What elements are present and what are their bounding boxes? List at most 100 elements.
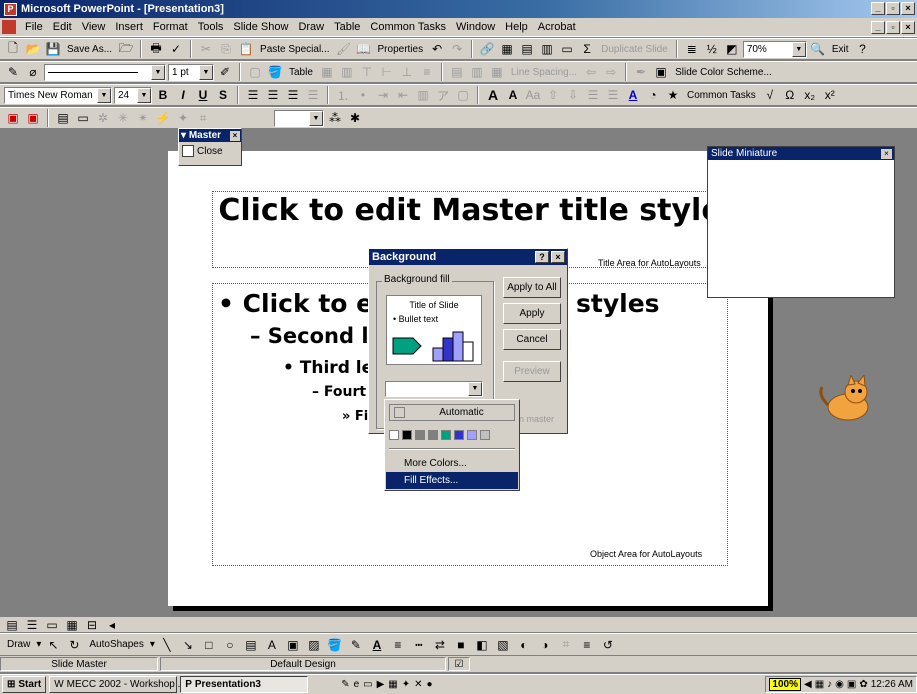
open-folder-icon[interactable]: 🗁 (117, 40, 135, 58)
arrow-left-icon[interactable]: ⇦ (582, 63, 600, 81)
tray-icon[interactable]: ▣ (847, 679, 856, 690)
align-bottom-icon[interactable]: ⊥ (398, 63, 416, 81)
insert-table-icon[interactable]: ▤ (518, 40, 536, 58)
change-case-icon[interactable]: Aa (524, 86, 542, 104)
slide-view-icon[interactable]: ▭ (43, 616, 61, 634)
tables-borders-icon[interactable]: ▦ (498, 40, 516, 58)
picture-icon[interactable]: ▧ (494, 636, 512, 654)
line-weight-combo[interactable]: 1 pt ▼ (168, 63, 214, 81)
abc-icon[interactable]: ⌗ (194, 109, 212, 127)
align-left-text-icon[interactable]: ☰ (244, 86, 262, 104)
color-swatch[interactable] (415, 430, 425, 440)
fill-color-icon[interactable]: 🪣 (266, 63, 284, 81)
menu-draw[interactable]: Draw (293, 21, 329, 33)
shadow-icon[interactable]: S (214, 86, 232, 104)
animation-preview-icon[interactable]: ✱ (346, 109, 364, 127)
omit-master-label[interactable]: n master (519, 414, 554, 424)
taskbar-item-presentation3[interactable]: P Presentation3 (180, 676, 309, 693)
borders-icon[interactable]: ▢ (246, 63, 264, 81)
line-spacing-button[interactable]: Line Spacing... (508, 67, 580, 78)
table-menu-button[interactable]: Table (286, 67, 316, 78)
menu-acrobat[interactable]: Acrobat (533, 21, 581, 33)
phonetic-icon[interactable]: ア (434, 86, 452, 104)
arrow-icon[interactable]: ↘ (179, 636, 197, 654)
outline-view-icon[interactable]: ☰ (23, 616, 41, 634)
close-window-button[interactable]: × (901, 2, 915, 15)
common-tasks-button[interactable]: Common Tasks (684, 90, 759, 101)
background-dialog-titlebar[interactable]: Background ? × (369, 249, 567, 265)
window-title-bar[interactable]: P Microsoft PowerPoint - [Presentation3]… (0, 0, 917, 18)
apply-to-all-button[interactable]: Apply to All (503, 277, 561, 298)
menu-format[interactable]: Format (148, 21, 193, 33)
bullets-icon[interactable]: • (354, 86, 372, 104)
grayscale-icon[interactable]: ½ (703, 40, 721, 58)
close-icon[interactable]: × (551, 251, 565, 263)
bold-icon[interactable]: B (154, 86, 172, 104)
show-formatting-icon[interactable]: ◩ (723, 40, 741, 58)
app-icon[interactable]: ✦ (402, 679, 410, 690)
acrobat-email-icon[interactable]: ▣ (24, 109, 42, 127)
numbering-icon[interactable]: ⒈ (334, 86, 352, 104)
chevron-down-icon[interactable]: ▼ (791, 41, 806, 57)
new-icon[interactable]: 🗋 (4, 40, 22, 58)
reset-picture-icon[interactable]: ↺ (599, 636, 617, 654)
undo-icon[interactable]: ↶ (428, 40, 446, 58)
help-icon[interactable]: ? (535, 251, 549, 263)
justify-icon[interactable]: ☰ (304, 86, 322, 104)
menu-file[interactable]: File (20, 21, 48, 33)
increase-font-icon[interactable]: A (484, 86, 502, 104)
format-painter-icon[interactable]: 🖌 (335, 40, 353, 58)
save-icon[interactable]: 💾 (44, 40, 62, 58)
duplicate-slide-button[interactable]: Duplicate Slide (598, 44, 671, 55)
demote-icon[interactable]: ⇩ (564, 86, 582, 104)
more-colors-item[interactable]: More Colors... (386, 455, 518, 472)
app-icon[interactable]: ▦ (388, 679, 397, 690)
ie-icon[interactable]: e (354, 679, 360, 690)
close-master-view-button[interactable]: Close (179, 142, 241, 160)
merge-cells-icon[interactable]: ▦ (318, 63, 336, 81)
align-left-icon[interactable]: ▤ (448, 63, 466, 81)
list-bullets-icon[interactable]: ☰ (604, 86, 622, 104)
eraser-icon[interactable]: ⌀ (24, 63, 42, 81)
chevron-down-icon[interactable]: ▼ (199, 64, 213, 80)
bullet-level-5[interactable]: » Fi (342, 409, 368, 424)
sum-icon[interactable]: Σ (578, 40, 596, 58)
draw-menu-button[interactable]: Draw (4, 639, 33, 650)
font-size-combo[interactable]: 24 ▼ (114, 86, 152, 104)
underline-icon[interactable]: U (194, 86, 212, 104)
omega-icon[interactable]: Ω (781, 86, 799, 104)
char-border-icon[interactable]: ▢ (454, 86, 472, 104)
menu-tools[interactable]: Tools (193, 21, 229, 33)
contrast-icon[interactable]: ◐ (515, 636, 533, 654)
promote-icon[interactable]: ⇧ (544, 86, 562, 104)
drop-icon[interactable]: ⚡ (154, 109, 172, 127)
increase-indent-icon[interactable]: ⇥ (374, 86, 392, 104)
select-pointer-icon[interactable]: ↖ (44, 636, 62, 654)
expand-all-icon[interactable]: ≣ (683, 40, 701, 58)
arrow-right-icon[interactable]: ⇨ (602, 63, 620, 81)
decrease-indent-icon[interactable]: ⇤ (394, 86, 412, 104)
paste-special-button[interactable]: Paste Special... (257, 44, 332, 55)
spelling-status-icon[interactable]: ☑ (448, 657, 470, 671)
line-icon[interactable]: ╲ (158, 636, 176, 654)
paste-icon[interactable]: 📋 (237, 40, 255, 58)
align-right-text-icon[interactable]: ☰ (284, 86, 302, 104)
line-style-combo[interactable]: ▼ (44, 63, 166, 81)
scroll-left-icon[interactable]: ◂ (103, 616, 121, 634)
equation-icon[interactable]: √ (761, 86, 779, 104)
open-icon[interactable]: 📂 (24, 40, 42, 58)
tray-icon[interactable]: ♪ (827, 679, 832, 690)
oval-icon[interactable]: ○ (221, 636, 239, 654)
chevron-down-icon[interactable]: ▼ (137, 87, 151, 103)
bullet-level-4[interactable]: – Fourt (312, 384, 366, 400)
color-swatch[interactable] (389, 430, 399, 440)
distribute-icon[interactable]: ≡ (418, 63, 436, 81)
menu-view[interactable]: View (77, 21, 111, 33)
cut-icon[interactable]: ✂ (197, 40, 215, 58)
wordart-icon[interactable]: A (263, 636, 281, 654)
apply-button[interactable]: Apply (503, 303, 561, 324)
slide-show-icon[interactable]: ⊟ (83, 616, 101, 634)
italic-icon[interactable]: I (174, 86, 192, 104)
color-swatch[interactable] (467, 430, 477, 440)
app-icon[interactable]: ✕ (414, 679, 422, 690)
